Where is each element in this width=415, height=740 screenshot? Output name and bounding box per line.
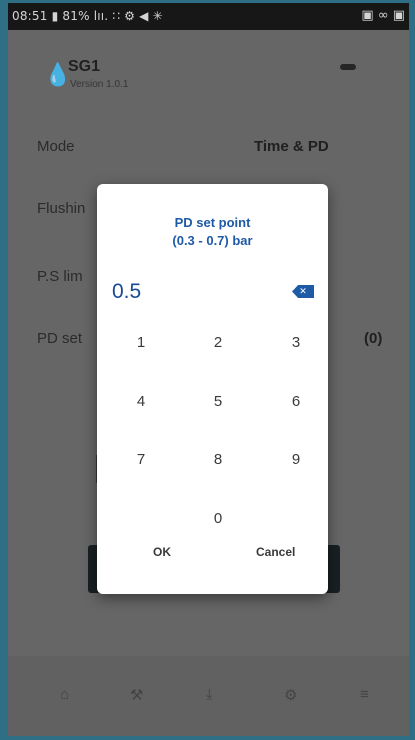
- dialog-title-line2: (0.3 - 0.7) bar: [172, 233, 253, 248]
- key-5[interactable]: 5: [193, 387, 243, 417]
- dialog-title-line1: PD set point: [174, 215, 251, 230]
- backspace-icon[interactable]: ✕: [292, 285, 314, 298]
- device-frame: 08:51 ▮ 81% lıı. ∷ ⚙ ◀ ✳ ▣ ∞ ▣ 💧 SG1 Ver…: [0, 0, 415, 740]
- key-3[interactable]: 3: [271, 328, 321, 358]
- key-2[interactable]: 2: [193, 328, 243, 358]
- cancel-button[interactable]: Cancel: [256, 545, 295, 559]
- key-0[interactable]: 0: [193, 504, 243, 534]
- pd-setpoint-dialog: PD set point (0.3 - 0.7) bar 0.5 ✕ 1 2 3…: [97, 184, 328, 594]
- phone-screen: 08:51 ▮ 81% lıı. ∷ ⚙ ◀ ✳ ▣ ∞ ▣ 💧 SG1 Ver…: [8, 3, 409, 736]
- key-7[interactable]: 7: [116, 445, 166, 475]
- dialog-title: PD set point (0.3 - 0.7) bar: [97, 214, 328, 250]
- key-1[interactable]: 1: [116, 328, 166, 358]
- key-6[interactable]: 6: [271, 387, 321, 417]
- entered-value: 0.5: [112, 280, 142, 303]
- key-8[interactable]: 8: [193, 445, 243, 475]
- key-9[interactable]: 9: [271, 445, 321, 475]
- key-4[interactable]: 4: [116, 387, 166, 417]
- ok-button[interactable]: OK: [153, 545, 171, 559]
